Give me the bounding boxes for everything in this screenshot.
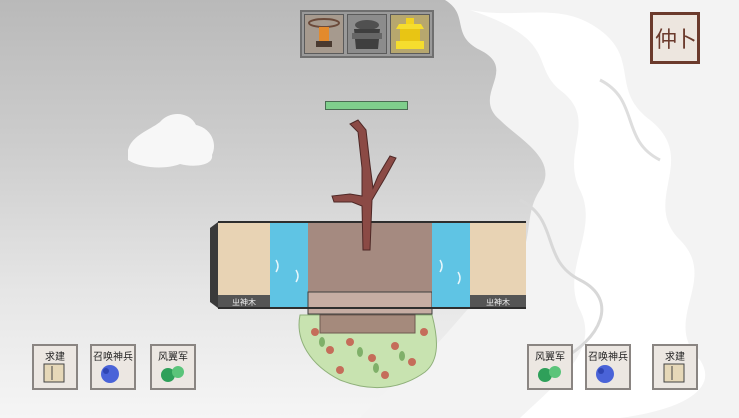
tree-health-bar	[325, 101, 408, 110]
cauldron-icon	[352, 20, 382, 49]
right-card-build[interactable]: 求建	[652, 344, 698, 390]
menu-button[interactable]: 仲卜	[650, 12, 700, 64]
card-label: 风翼军	[535, 352, 565, 363]
health-fill	[326, 102, 407, 109]
game-scene: 仲卜 ㄓ神木 ㄓ神木 求建 召唤神兵 风翼军 风翼军 召唤神兵 求建	[0, 0, 739, 418]
card-label: 求建	[45, 352, 65, 363]
left-card-summon[interactable]: 召唤神兵	[90, 344, 136, 390]
left-card-build[interactable]: 求建	[32, 344, 78, 390]
floating-island	[210, 119, 526, 389]
blue-summon-icon	[101, 365, 119, 383]
menu-scroll-icon: 仲卜	[654, 28, 697, 53]
card-label: 求建	[665, 352, 685, 363]
right-card-wind-army[interactable]: 风翼军	[527, 344, 573, 390]
right-card-summon[interactable]: 召唤神兵	[585, 344, 631, 390]
golden-temple-slot[interactable]	[390, 14, 430, 54]
card-label: 召唤神兵	[93, 352, 133, 363]
cauldron-slot[interactable]	[347, 14, 387, 54]
card-label: 风翼军	[158, 352, 188, 363]
blue-summon-icon	[596, 365, 614, 383]
card-label: 召唤神兵	[588, 352, 628, 363]
golden-temple-icon	[396, 18, 424, 49]
left-card-wind-army[interactable]: 风翼军	[150, 344, 196, 390]
book-icon	[43, 363, 65, 383]
resource-tray	[300, 10, 434, 58]
green-gourd-icon	[538, 366, 561, 382]
right-platform-sign: ㄓ神木	[486, 298, 510, 307]
green-gourd-icon	[161, 366, 184, 382]
left-platform-sign: ㄓ神木	[232, 298, 256, 307]
book-icon	[663, 363, 685, 383]
totem-icon	[308, 18, 340, 47]
totem-slot[interactable]	[304, 14, 344, 54]
